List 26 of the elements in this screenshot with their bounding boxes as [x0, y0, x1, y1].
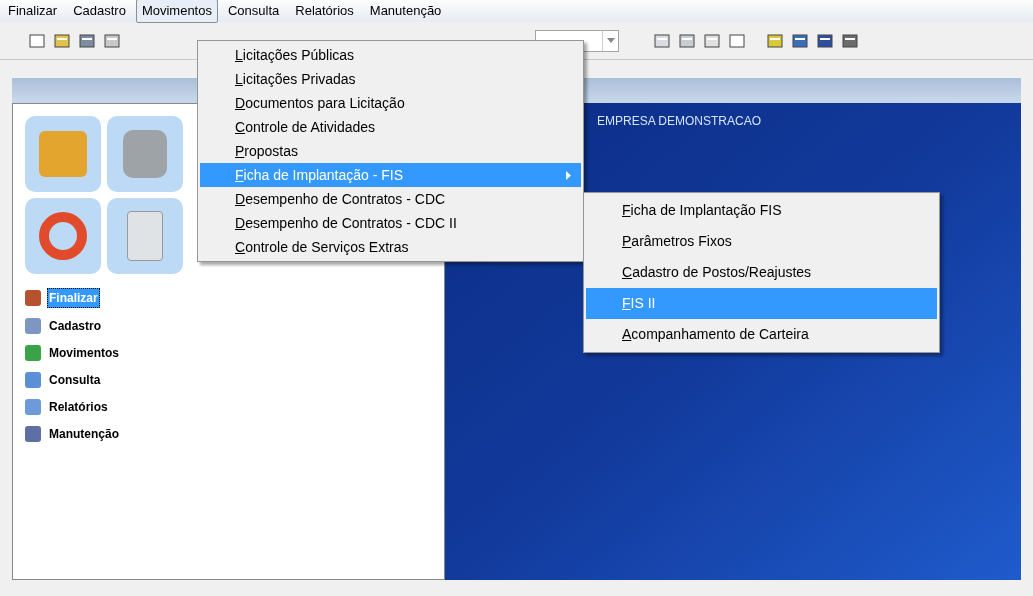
menu-option[interactable]: Cadastro de Postos/Reajustes: [586, 257, 937, 288]
menu-item[interactable]: Movimentos: [135, 0, 218, 23]
menu-option[interactable]: Licitações Públicas: [200, 43, 581, 67]
menu-option[interactable]: Controle de Serviços Extras: [200, 235, 581, 259]
menu-option[interactable]: Parâmetros Fixos: [586, 226, 937, 257]
nav-item[interactable]: Manutenção: [47, 425, 121, 443]
company-name: EMPRESA DEMONSTRACAO: [597, 114, 762, 128]
menu-option[interactable]: Desempenho de Contratos - CDC: [200, 187, 581, 211]
nav-item[interactable]: Relatórios: [47, 398, 110, 416]
menu-option[interactable]: Desempenho de Contratos - CDC II: [200, 211, 581, 235]
menu-option[interactable]: Ficha de Implantação FIS: [586, 195, 937, 226]
menu-option[interactable]: Licitações Privadas: [200, 67, 581, 91]
nav-item[interactable]: Cadastro: [47, 317, 103, 335]
menu-option[interactable]: Documentos para Licitação: [200, 91, 581, 115]
menu-option[interactable]: Controle de Atividades: [200, 115, 581, 139]
menu-item[interactable]: Relatórios: [289, 0, 360, 23]
menu-option[interactable]: Acompanhamento de Carteira: [586, 319, 937, 350]
menu-item[interactable]: Cadastro: [67, 0, 132, 23]
menu-item[interactable]: Manutenção: [363, 0, 448, 23]
dropdown-arrow-icon: [602, 30, 618, 51]
menu-item[interactable]: Finalizar: [2, 0, 64, 23]
lifebuoy-icon[interactable]: [25, 198, 101, 274]
menu-item[interactable]: Consulta: [221, 0, 286, 23]
menu-option[interactable]: Propostas: [200, 139, 581, 163]
nav-item[interactable]: Movimentos: [47, 344, 121, 362]
nav-item[interactable]: Consulta: [47, 371, 103, 389]
